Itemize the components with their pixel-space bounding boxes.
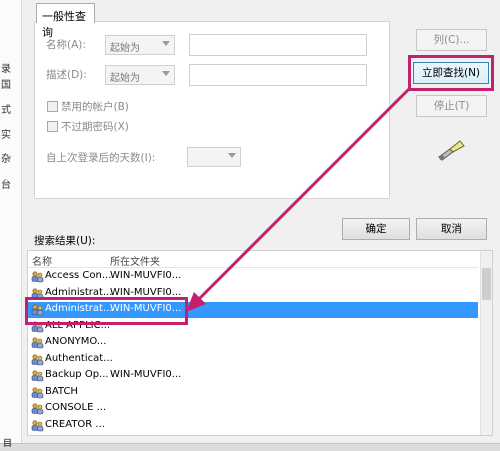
user-group-icon: [31, 403, 44, 415]
row-name: Backup Op...: [45, 369, 109, 380]
disabled-accounts-label: 禁用的帐户(B): [61, 101, 129, 113]
table-row[interactable]: ANONYMO...: [28, 335, 478, 351]
days-since-logon-label: 自上次登录后的天数(I):: [46, 152, 156, 164]
description-match-combo[interactable]: 起始为: [105, 65, 175, 85]
ok-button[interactable]: 确定: [342, 218, 410, 240]
search-results-list[interactable]: 名称 所在文件夹 Access Con... WIN-MUVFI0... Admin…: [27, 250, 493, 436]
chevron-down-icon: [162, 71, 170, 76]
general-query-panel: 名称(A): 起始为 描述(D): 起始为 禁用的帐户(B) 不过期密码(X) …: [34, 21, 390, 199]
row-folder: WIN-MUVFI0...: [110, 270, 182, 281]
find-now-highlight: [408, 55, 494, 91]
user-group-icon: [31, 353, 44, 365]
table-row[interactable]: Authenticat...: [28, 352, 478, 368]
days-since-logon-combo[interactable]: [187, 147, 241, 167]
no-expire-password-label: 不过期密码(X): [61, 121, 129, 133]
strip-text-3: 实: [1, 130, 11, 141]
row-folder: WIN-MUVFI0...: [110, 369, 182, 380]
user-group-icon: [31, 386, 44, 398]
strip-text-2: 式: [1, 105, 11, 116]
table-row[interactable]: CREATOR ...: [28, 418, 478, 434]
strip-text-1: 国: [1, 80, 11, 91]
selected-row-highlight: [25, 297, 188, 325]
search-animation-icon: [438, 140, 465, 161]
description-label: 描述(D):: [46, 69, 87, 81]
header-divider: [28, 267, 478, 268]
row-name: Authenticat...: [45, 352, 113, 364]
user-group-icon: [31, 419, 44, 431]
strip-text-0: 录: [1, 64, 11, 75]
tab-general-query[interactable]: 一般性查询: [36, 3, 95, 39]
table-row[interactable]: BATCH: [28, 385, 478, 401]
stop-button[interactable]: 停止(T): [416, 95, 487, 117]
strip-text-5: 台: [1, 180, 11, 191]
table-row[interactable]: Access Con... WIN-MUVFI0...: [28, 269, 478, 285]
row-name: BATCH: [45, 385, 78, 397]
scrollbar-thumb[interactable]: [482, 268, 491, 300]
search-results-label: 搜索结果(U):: [34, 235, 96, 247]
row-name: Administrat...: [45, 286, 113, 298]
description-input[interactable]: [189, 64, 367, 86]
strip-text-4: 杂: [1, 154, 11, 165]
row-name: CREATOR ...: [45, 418, 105, 430]
disabled-accounts-checkbox[interactable]: [47, 101, 58, 112]
table-row[interactable]: CONSOLE ...: [28, 401, 478, 417]
row-name: Access Con...: [45, 270, 112, 281]
row-folder: WIN-MUVFI0...: [110, 286, 182, 298]
cancel-button[interactable]: 取消: [416, 218, 487, 240]
user-group-icon: [31, 271, 44, 283]
no-expire-password-checkbox[interactable]: [47, 121, 58, 132]
columns-button[interactable]: 列(C)...: [416, 29, 487, 51]
user-group-icon: [31, 337, 44, 349]
user-group-icon: [31, 370, 44, 382]
table-row[interactable]: Backup Op... WIN-MUVFI0...: [28, 368, 478, 384]
row-name: CONSOLE ...: [45, 402, 107, 413]
background-window-edge: 录 国 式 实 杂 台: [0, 0, 22, 451]
row-name: ANONYMO...: [45, 336, 107, 347]
description-match-value: 起始为: [110, 73, 140, 84]
chevron-down-icon: [228, 153, 236, 158]
chevron-down-icon: [162, 41, 170, 46]
bottom-bar: 目: [0, 439, 500, 451]
bottom-text: 目: [3, 439, 13, 449]
name-match-combo[interactable]: 起始为: [105, 35, 175, 55]
name-input[interactable]: [189, 34, 367, 56]
name-match-value: 起始为: [110, 43, 140, 54]
